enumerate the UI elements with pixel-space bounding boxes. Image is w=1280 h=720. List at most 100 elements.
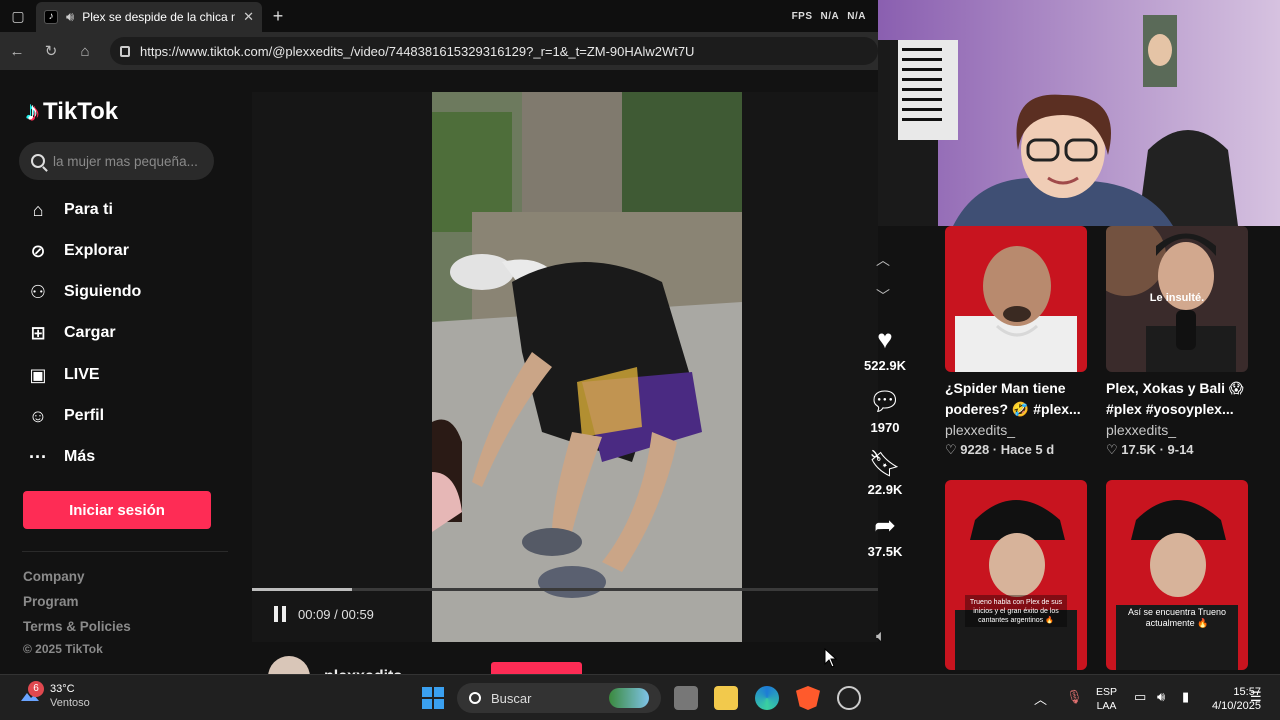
nav-item-explorar[interactable]: ⊘ Explorar: [26, 236, 128, 266]
live-icon: ▣: [29, 364, 47, 385]
microphone-icon[interactable]: 🎙︎: [1066, 689, 1083, 705]
battery-icon[interactable]: ▮: [1182, 689, 1189, 705]
video-author-name[interactable]: plexxedits_: [1106, 422, 1248, 438]
tiktok-logo[interactable]: ♪ TikTok: [26, 96, 118, 127]
video-time: 00:09 / 00:59: [298, 606, 374, 622]
comment-icon: 💬︎: [868, 386, 902, 416]
speaker-icon[interactable]: 🔊︎: [1157, 689, 1165, 705]
nav-item-mas[interactable]: ··· Más: [26, 442, 95, 472]
video-author-name[interactable]: plexxedits_: [945, 422, 1087, 438]
login-button[interactable]: Iniciar sesión: [23, 491, 211, 529]
save-count: 22.9K: [867, 482, 903, 497]
video-title[interactable]: ¿Spider Man tiene poderes? 🤣 #plex...: [945, 378, 1095, 420]
network-icon[interactable]: ▭: [1134, 689, 1146, 705]
thumbnail-caption: Trueno habla con Plex de sus: [970, 599, 1063, 606]
thumbnail-caption: actualmente 🔥: [1146, 617, 1209, 628]
related-video-card[interactable]: Le insulté. Plex, Xokas y Bali 😱 #plex #…: [1106, 226, 1248, 458]
upload-icon: ⊞: [30, 322, 46, 343]
share-button[interactable]: ➦ 37.5K: [860, 510, 910, 559]
nav-item-cargar[interactable]: ⊞ Cargar: [26, 318, 115, 348]
app-icon[interactable]: [837, 686, 861, 710]
video-progress-bar[interactable]: [252, 588, 878, 591]
weather-icon: 6: [18, 681, 44, 707]
search-input[interactable]: la mujer mas pequeña...: [19, 142, 214, 180]
video-thumbnail[interactable]: Así se encuentra Trueno actualmente 🔥: [1106, 480, 1248, 670]
heart-icon: ♥: [877, 324, 893, 354]
footer-link-company[interactable]: Company: [23, 569, 85, 584]
mouse-cursor-icon: [824, 648, 838, 668]
taskbar-search[interactable]: Buscar: [457, 683, 661, 713]
close-tab-icon[interactable]: ✕: [243, 9, 254, 25]
compass-icon: ⊘: [30, 240, 46, 261]
related-video-card[interactable]: Trueno habla con Plex de sus inicios y e…: [945, 480, 1087, 670]
language-indicator[interactable]: ESP LAA: [1096, 685, 1117, 713]
more-icon: ···: [29, 446, 47, 467]
tab-actions-icon[interactable]: ▢: [0, 0, 36, 32]
notifications-icon[interactable]: ☰: [1250, 689, 1262, 705]
lock-icon: [120, 45, 130, 57]
video-progress-fill: [252, 588, 353, 591]
brave-browser-icon[interactable]: [796, 686, 820, 710]
related-video-card[interactable]: ¿Spider Man tiene poderes? 🤣 #plex... pl…: [945, 226, 1087, 458]
nav-item-perfil[interactable]: ☺ Perfil: [26, 401, 104, 431]
home-icon: ⌂: [32, 199, 44, 220]
weather-condition: Ventoso: [50, 697, 90, 709]
nav-item-siguiendo[interactable]: ⚇ Siguiendo: [26, 277, 141, 307]
taskbar: 6 33°C Ventoso Buscar ︿ 🎙︎ ESP LAA ▭ 🔊︎ …: [0, 674, 1280, 720]
nav-item-live[interactable]: ▣ LIVE: [26, 360, 100, 390]
webcam-image: [878, 0, 1280, 226]
new-tab-button[interactable]: +: [262, 6, 294, 27]
volume-icon[interactable]: 🔈︎: [876, 628, 886, 646]
pause-icon[interactable]: [274, 606, 286, 622]
nav-label: Más: [64, 448, 96, 465]
video-stats: ♡ 17.5K · 9-14: [1106, 442, 1194, 457]
video-player[interactable]: 00:09 / 00:59 🔈︎: [252, 92, 886, 645]
share-icon: ➦: [874, 510, 896, 540]
like-button[interactable]: ♥ 522.9K: [860, 324, 910, 373]
chevron-down-icon[interactable]: ﹀: [876, 286, 890, 306]
footer-link-terms[interactable]: Terms & Policies: [23, 619, 131, 634]
file-explorer-icon[interactable]: [714, 686, 738, 710]
related-video-card[interactable]: Así se encuentra Trueno actualmente 🔥: [1106, 480, 1248, 670]
video-thumbnail[interactable]: Le insulté.: [1106, 226, 1248, 372]
tab-title: Plex se despide de la chica m: [82, 10, 236, 24]
video-frame[interactable]: [432, 92, 742, 642]
nav-item-para-ti[interactable]: ⌂ Para ti: [26, 195, 113, 225]
profile-icon: ☺: [28, 405, 48, 426]
footer-link-program[interactable]: Program: [23, 594, 79, 609]
browser-tab[interactable]: ♪ 🔊︎ Plex se despide de la chica m ✕: [36, 2, 262, 32]
like-count: 522.9K: [864, 358, 906, 373]
fps-label: FPS: [791, 11, 813, 22]
share-count: 37.5K: [867, 544, 903, 559]
back-icon[interactable]: ←: [0, 32, 34, 70]
comment-button[interactable]: 💬︎ 1970: [860, 386, 910, 435]
video-thumbnail[interactable]: [945, 226, 1087, 372]
search-highlight-icon: [609, 688, 649, 708]
show-hidden-icons-icon[interactable]: ︿: [1034, 689, 1047, 708]
related-videos: ¿Spider Man tiene poderes? 🤣 #plex... pl…: [922, 226, 1280, 674]
video-thumbnail[interactable]: Trueno habla con Plex de sus inicios y e…: [945, 480, 1087, 670]
thumbnail-image: Así se encuentra Trueno actualmente 🔥: [1106, 480, 1248, 670]
nav-label: Perfil: [64, 407, 105, 424]
audio-icon[interactable]: 🔊︎: [66, 9, 74, 25]
tiktok-favicon-icon: ♪: [44, 10, 58, 24]
home-button-icon[interactable]: ⌂: [68, 32, 102, 70]
edge-browser-icon[interactable]: [755, 686, 779, 710]
save-button[interactable]: 🔖︎ 22.9K: [860, 448, 910, 497]
url-text: https://www.tiktok.com/@plexxedits_/vide…: [140, 43, 695, 59]
task-view-icon[interactable]: [674, 686, 698, 710]
thumbnail-image: Trueno habla con Plex de sus inicios y e…: [945, 480, 1087, 670]
start-button-icon[interactable]: [422, 687, 444, 709]
fps-value-1: N/A: [820, 11, 840, 22]
comment-count: 1970: [870, 420, 900, 435]
address-bar[interactable]: https://www.tiktok.com/@plexxedits_/vide…: [110, 37, 878, 65]
thumbnail-image: Le insulté.: [1106, 226, 1248, 372]
weather-widget[interactable]: 6 33°C Ventoso: [18, 681, 90, 709]
chevron-up-icon[interactable]: ︿: [876, 250, 890, 270]
video-title[interactable]: Plex, Xokas y Bali 😱 #plex #yosoyplex...: [1106, 378, 1256, 420]
language-code: ESP: [1096, 686, 1118, 698]
nav-label: LIVE: [64, 366, 100, 383]
reload-icon[interactable]: ↻: [34, 32, 68, 70]
bookmark-icon: 🔖︎: [868, 448, 902, 478]
browser-tab-bar: ▢ ♪ 🔊︎ Plex se despide de la chica m ✕ +…: [0, 0, 878, 32]
